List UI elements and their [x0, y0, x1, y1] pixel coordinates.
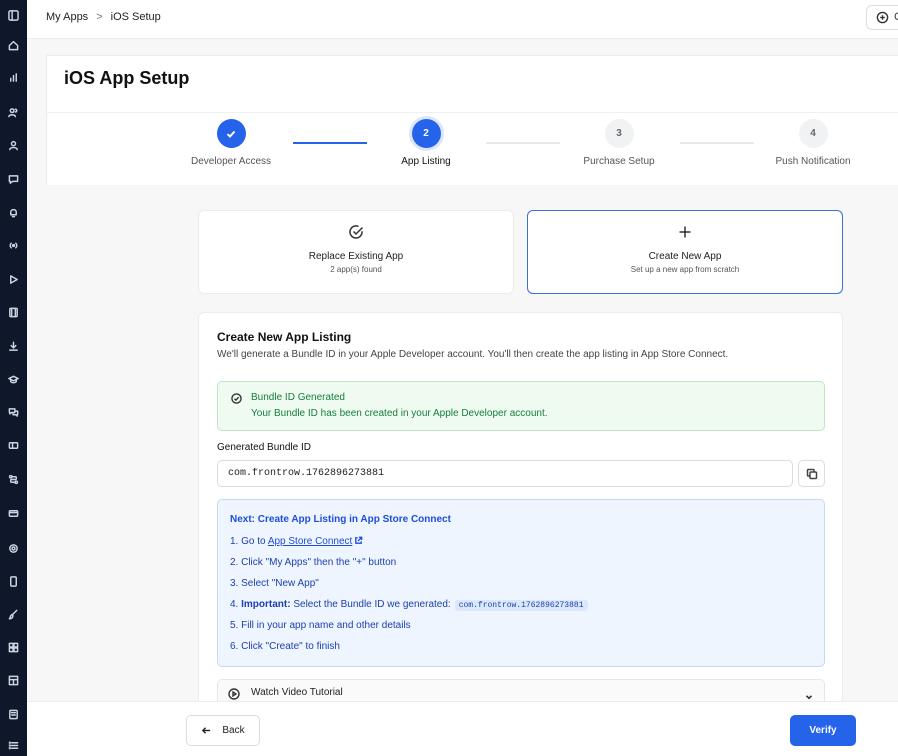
copy-icon	[806, 468, 818, 480]
message-icon[interactable]	[4, 170, 23, 189]
video-tutorial-label: Watch Video Tutorial	[251, 687, 343, 698]
graduation-cap-icon[interactable]	[4, 370, 23, 389]
instruction-step-2: 2. Click "My Apps" then the "+" button	[230, 557, 397, 568]
breadcrumb: My Apps > iOS Setup	[46, 11, 161, 23]
instructions-list: 1. Go to App Store Connect 2. Click "My …	[230, 536, 588, 662]
replace-app-title: Replace Existing App	[308, 251, 404, 262]
top-right-button[interactable]: C	[866, 5, 898, 30]
step-4-circle: 4	[798, 119, 828, 148]
step-app-listing[interactable]: 2 App Listing	[366, 119, 486, 167]
success-message: Your Bundle ID has been created in your …	[251, 408, 548, 419]
check-circle-icon	[231, 393, 242, 404]
chevron-down-icon	[804, 689, 814, 700]
header-divider	[47, 112, 898, 113]
important-label: Important:	[241, 599, 291, 610]
verify-button[interactable]: Verify	[790, 715, 856, 746]
app-store-connect-link[interactable]: App Store Connect	[268, 536, 353, 547]
create-new-app-card[interactable]: Create New App Set up a new app from scr…	[527, 210, 843, 294]
step-3-circle: 3	[604, 119, 634, 148]
step-1-label: Developer Access	[190, 156, 272, 167]
instruction-step-1: 1. Go to App Store Connect	[230, 536, 588, 557]
plus-circle-icon	[876, 11, 889, 24]
step-connector-3	[680, 142, 754, 144]
create-app-listing-panel: Create New App Listing We'll generate a …	[198, 312, 843, 712]
phone-icon[interactable]	[4, 572, 23, 591]
instructions-box: Next: Create App Listing in App Store Co…	[217, 499, 825, 667]
settings-icon[interactable]	[4, 539, 23, 558]
users-icon[interactable]	[4, 103, 23, 122]
download-icon[interactable]	[4, 337, 23, 356]
route-icon[interactable]	[4, 470, 23, 489]
step-2-circle: 2	[411, 119, 441, 148]
step-3-label: Purchase Setup	[583, 156, 655, 167]
bundle-id-label: Generated Bundle ID	[217, 442, 311, 453]
page-title: iOS App Setup	[64, 68, 190, 88]
bundle-id-code: com.frontrow.1762896273881	[454, 600, 588, 611]
bell-icon[interactable]	[4, 203, 23, 222]
step-connector-2	[486, 142, 560, 144]
sidebar	[0, 0, 27, 756]
footer-bar: Back Verify	[27, 701, 898, 756]
instruction-step-1-prefix: 1. Go to	[230, 536, 268, 547]
chat-bubbles-icon[interactable]	[4, 403, 23, 422]
success-alert: Bundle ID Generated Your Bundle ID has b…	[217, 381, 825, 431]
success-title: Bundle ID Generated	[251, 392, 345, 403]
copy-button[interactable]	[798, 460, 825, 487]
check-icon	[226, 130, 236, 138]
replace-app-subtitle: 2 app(s) found	[330, 265, 382, 274]
replace-existing-app-card[interactable]: Replace Existing App 2 app(s) found	[198, 210, 514, 294]
top-right-button-label: C	[894, 11, 898, 23]
step-4-label: Push Notification	[775, 156, 851, 167]
step-2-label: App Listing	[401, 156, 451, 167]
step-1-circle	[216, 119, 246, 148]
list-icon[interactable]	[4, 736, 23, 755]
step-connector-1	[293, 142, 367, 144]
check-circle-icon	[347, 223, 365, 241]
play-circle-icon	[228, 687, 240, 700]
film-icon[interactable]	[4, 303, 23, 322]
panel-description: We'll generate a Bundle ID in your Apple…	[217, 349, 729, 360]
setup-header: iOS App Setup Developer Access 2 App Lis…	[46, 55, 898, 185]
instructions-title: Next: Create App Listing in App Store Co…	[230, 514, 451, 525]
back-button[interactable]: Back	[186, 715, 260, 746]
grid-icon[interactable]	[4, 638, 23, 657]
breadcrumb-separator: >	[96, 11, 103, 23]
breadcrumb-ios-setup: iOS Setup	[110, 11, 161, 23]
step-push-notification[interactable]: 4 Push Notification	[753, 119, 873, 167]
top-bar: My Apps > iOS Setup C	[27, 0, 898, 39]
external-link-icon	[352, 536, 363, 547]
arrow-left-icon	[202, 727, 211, 734]
broadcast-icon[interactable]	[4, 236, 23, 255]
brush-icon[interactable]	[4, 605, 23, 624]
instruction-step-6: 6. Click "Create" to finish	[230, 641, 340, 652]
back-button-label: Back	[222, 725, 245, 736]
instruction-step-4-prefix: 4.	[230, 599, 242, 610]
panel-toggle-icon[interactable]	[4, 6, 23, 25]
step-developer-access[interactable]: Developer Access	[171, 119, 291, 167]
home-icon[interactable]	[4, 36, 23, 55]
book-icon[interactable]	[4, 705, 23, 724]
bar-chart-icon[interactable]	[4, 68, 23, 87]
instruction-step-3: 3. Select "New App"	[230, 578, 319, 589]
user-icon[interactable]	[4, 136, 23, 155]
layout-icon[interactable]	[4, 671, 23, 690]
plus-icon	[676, 223, 694, 241]
panel-title: Create New App Listing	[217, 330, 352, 344]
play-icon[interactable]	[4, 270, 23, 289]
ticket-icon[interactable]	[4, 436, 23, 455]
bundle-id-input[interactable]	[217, 460, 793, 487]
create-app-subtitle: Set up a new app from scratch	[630, 265, 740, 274]
breadcrumb-my-apps[interactable]: My Apps	[46, 11, 88, 23]
card-icon[interactable]	[4, 504, 23, 523]
step-purchase-setup[interactable]: 3 Purchase Setup	[559, 119, 679, 167]
instruction-step-5: 5. Fill in your app name and other detai…	[230, 620, 411, 631]
create-app-title: Create New App	[648, 251, 722, 262]
instruction-step-4: 4. Important: Select the Bundle ID we ge…	[230, 599, 588, 620]
instruction-step-4-text: Select the Bundle ID we generated:	[290, 599, 451, 610]
